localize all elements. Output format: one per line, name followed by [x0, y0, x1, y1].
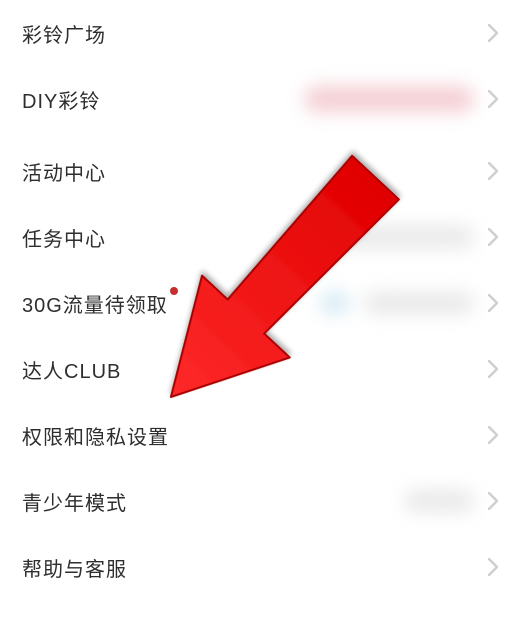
- chevron-right-icon: [488, 90, 498, 108]
- row-teen-mode[interactable]: 青少年模式: [0, 468, 520, 534]
- chevron-right-icon: [488, 558, 498, 576]
- chevron-right-icon: [488, 162, 498, 180]
- row-task-center[interactable]: 任务中心: [0, 204, 520, 270]
- row-label: DIY彩铃: [22, 85, 100, 114]
- chevron-right-icon: [488, 426, 498, 444]
- blurred-value: [320, 292, 350, 314]
- blurred-value: [304, 86, 474, 112]
- row-label: 彩铃广场: [22, 19, 106, 48]
- row-activity-center[interactable]: 活动中心: [0, 138, 520, 204]
- row-ringtone-plaza[interactable]: 彩铃广场: [0, 0, 520, 66]
- chevron-right-icon: [488, 228, 498, 246]
- row-label: 权限和隐私设置: [22, 421, 169, 450]
- chevron-right-icon: [488, 294, 498, 312]
- row-help-support[interactable]: 帮助与客服: [0, 534, 520, 600]
- row-data-claim[interactable]: 30G流量待领取: [0, 270, 520, 336]
- row-permissions-privacy[interactable]: 权限和隐私设置: [0, 402, 520, 468]
- row-label: 30G流量待领取: [22, 289, 168, 318]
- row-label: 活动中心: [22, 157, 106, 186]
- row-label: 任务中心: [22, 223, 106, 252]
- blurred-value: [404, 490, 474, 512]
- row-label: 帮助与客服: [22, 553, 127, 582]
- chevron-right-icon: [488, 24, 498, 42]
- settings-list: 彩铃广场 DIY彩铃 活动中心 任务中心: [0, 0, 520, 600]
- row-label: 达人CLUB: [22, 355, 121, 384]
- notification-dot-icon: [170, 287, 178, 295]
- row-expert-club[interactable]: 达人CLUB: [0, 336, 520, 402]
- row-label: 青少年模式: [22, 487, 127, 516]
- row-diy-ringtone[interactable]: DIY彩铃: [0, 66, 520, 132]
- blurred-value: [364, 292, 474, 314]
- blurred-value: [324, 226, 474, 248]
- chevron-right-icon: [488, 360, 498, 378]
- chevron-right-icon: [488, 492, 498, 510]
